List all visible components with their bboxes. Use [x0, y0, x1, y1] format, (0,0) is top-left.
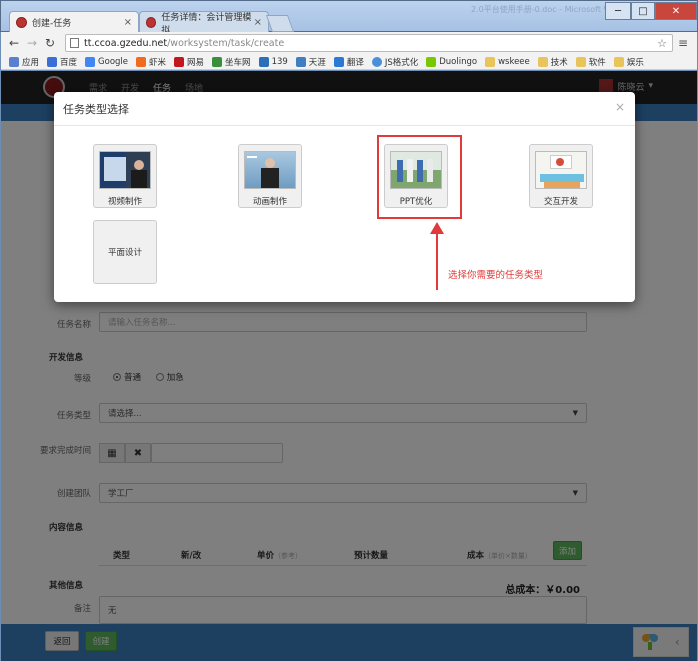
- bookmark-item[interactable]: Duolingo: [426, 56, 478, 67]
- page-icon: [70, 38, 79, 48]
- google-icon: [85, 56, 96, 67]
- bookmark-label: JS格式化: [384, 57, 419, 68]
- screen-shape: [104, 157, 126, 181]
- base-bar: [544, 182, 580, 188]
- maximize-button[interactable]: □: [631, 2, 655, 20]
- bookmark-item[interactable]: 百度: [47, 56, 77, 68]
- text-line: [247, 156, 257, 158]
- window-close-button[interactable]: ✕: [655, 2, 697, 20]
- close-icon[interactable]: ×: [615, 100, 625, 114]
- figure-head: [265, 158, 275, 168]
- bookmark-label: wskeee: [498, 56, 530, 67]
- annotation-text: 选择你需要的任务类型: [448, 270, 544, 281]
- baidu-icon: [47, 56, 58, 67]
- folder-icon: [613, 56, 624, 67]
- new-tab-button[interactable]: [265, 15, 295, 32]
- window-title: 2.0平台使用手册-0.doc - Microsoft Word: [471, 5, 625, 14]
- forward-arrow-icon[interactable]: →: [23, 36, 41, 50]
- interactive-thumbnail: [535, 151, 587, 189]
- netease-icon: [174, 56, 185, 67]
- xiami-icon: [136, 56, 147, 67]
- apps-icon: [9, 56, 19, 67]
- bookmark-label: 娱乐: [626, 57, 644, 68]
- tianya-icon: [295, 56, 306, 67]
- browser-toolbar: ← → ↻ tt.ccoa.gzedu.net /worksystem/task…: [1, 32, 697, 54]
- bookmark-folder[interactable]: wskeee: [485, 56, 530, 67]
- card-label: 交互开发: [543, 197, 578, 207]
- type-card-animation[interactable]: 动画制作: [238, 144, 302, 208]
- bookmark-item[interactable]: 139: [258, 56, 288, 67]
- presenter-body: [131, 170, 147, 188]
- video-thumbnail: [99, 151, 151, 189]
- arrow-line: [436, 232, 438, 290]
- address-bar[interactable]: tt.ccoa.gzedu.net /worksystem/task/creat…: [65, 34, 673, 52]
- type-card-video[interactable]: 视频制作: [93, 144, 157, 208]
- type-card-interactive[interactable]: 交互开发: [529, 144, 593, 208]
- folder-icon: [537, 56, 548, 67]
- minimize-button[interactable]: ─: [605, 2, 631, 20]
- duolingo-icon: [426, 56, 437, 67]
- url-path: /worksystem/task/create: [167, 37, 285, 49]
- bookmarks-bar: 应用 百度 Google 虾米 网易 坐车网 139 天涯 翻译 JS格式化 D…: [1, 54, 697, 70]
- bookmark-item[interactable]: Google: [85, 56, 129, 67]
- modal-title: 任务类型选择: [54, 92, 635, 126]
- bookmark-label: 软件: [588, 57, 606, 68]
- site-favicon-icon: [146, 17, 157, 28]
- tab-create-task[interactable]: 创建-任务 ×: [9, 11, 139, 33]
- tab-title: 创建-任务: [32, 19, 72, 29]
- translate-icon: [333, 56, 344, 67]
- bookmark-label: Duolingo: [439, 56, 478, 67]
- bookmark-item[interactable]: 网易: [174, 56, 204, 68]
- js-format-icon: [371, 56, 382, 67]
- bookmark-label: 139: [271, 56, 288, 67]
- back-arrow-icon[interactable]: ←: [5, 36, 23, 50]
- bookmark-label: 技术: [550, 57, 568, 68]
- bookmark-folder[interactable]: 技术: [537, 56, 568, 68]
- presenter-head: [134, 160, 144, 170]
- task-type-modal: 任务类型选择 × 视频制作 动画制作 PPT优化 交互开发 平面设计: [54, 92, 635, 302]
- bookmark-item[interactable]: 应用: [9, 56, 39, 68]
- bookmark-label: 翻译: [346, 57, 364, 68]
- bookmark-item[interactable]: JS格式化: [371, 56, 419, 68]
- bookmark-label: 百度: [60, 57, 78, 68]
- window-titlebar: 2.0平台使用手册-0.doc - Microsoft Word 创建-任务 ×…: [0, 0, 698, 36]
- folder-icon: [575, 56, 586, 67]
- bookmark-label: 虾米: [149, 57, 167, 68]
- bookmark-label: 坐车网: [225, 57, 251, 68]
- selection-highlight: [377, 135, 462, 219]
- bookmark-item[interactable]: 天涯: [295, 56, 326, 68]
- bookmark-star-icon[interactable]: ☆: [657, 37, 667, 50]
- folder-icon: [485, 56, 496, 67]
- browser-menu-icon[interactable]: ≡: [678, 36, 688, 50]
- close-icon[interactable]: ×: [124, 17, 132, 28]
- animation-thumbnail: [244, 151, 296, 189]
- card-label: 平面设计: [107, 248, 142, 258]
- card-label: 视频制作: [107, 197, 142, 207]
- bookmark-item[interactable]: 坐车网: [212, 56, 251, 68]
- bookmark-item[interactable]: 翻译: [333, 56, 364, 68]
- bookmark-folder[interactable]: 娱乐: [613, 56, 644, 68]
- site-favicon-icon: [16, 17, 27, 28]
- logo-dot: [556, 158, 564, 166]
- url-host: tt.ccoa.gzedu.net: [84, 37, 168, 49]
- bookmark-folder[interactable]: 软件: [575, 56, 606, 68]
- tab-task-detail[interactable]: 任务详情：会计管理模拟 ×: [139, 11, 269, 36]
- bookmark-label: Google: [98, 56, 129, 67]
- bus-icon: [212, 56, 223, 67]
- bookmark-item[interactable]: 虾米: [136, 56, 166, 68]
- bookmark-label: 应用: [22, 57, 40, 68]
- reload-icon[interactable]: ↻: [41, 36, 59, 50]
- card-label: 动画制作: [252, 197, 287, 207]
- device-bar: [540, 174, 584, 182]
- figure-body: [261, 168, 279, 188]
- mail-139-icon: [258, 56, 269, 67]
- bookmark-label: 网易: [187, 57, 205, 68]
- type-card-graphic-design[interactable]: 平面设计: [93, 220, 157, 284]
- bookmark-label: 天涯: [308, 57, 326, 68]
- close-icon[interactable]: ×: [254, 17, 262, 28]
